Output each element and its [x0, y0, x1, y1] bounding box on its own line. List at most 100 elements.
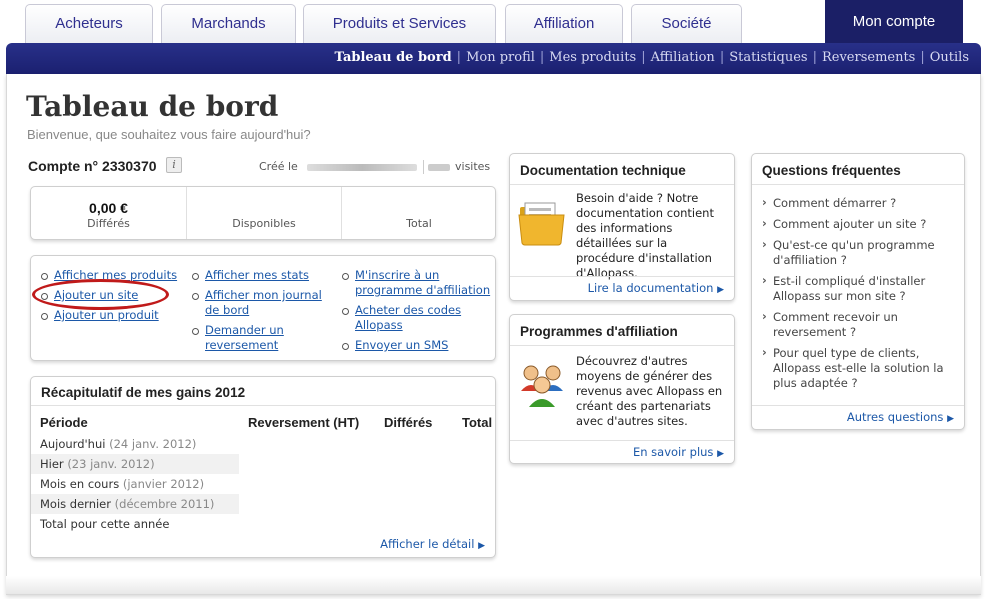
info-icon[interactable]: i: [166, 157, 182, 173]
row-period: Aujourd'hui (24 janv. 2012): [31, 434, 239, 454]
affiliation-title: Programmes d'affiliation: [520, 324, 678, 339]
account-number: Compte n° 2330370: [28, 158, 157, 174]
balance-differes: 0,00 € Différés: [31, 187, 186, 239]
documentation-title: Documentation technique: [520, 163, 686, 178]
row-label: Aujourd'hui: [40, 437, 106, 451]
table-row: Aujourd'hui (24 janv. 2012): [31, 434, 495, 454]
divider: [31, 405, 495, 406]
tab-produits-services[interactable]: Produits et Services: [303, 4, 496, 43]
afficher-detail-link[interactable]: Afficher le détail ▶: [380, 537, 485, 551]
col-header-reversement: Reversement (HT): [248, 414, 360, 430]
documentation-text: Besoin d'aide ? Notre documentation cont…: [576, 191, 714, 280]
lire-documentation-label: Lire la documentation: [587, 281, 714, 295]
faq-list: Comment démarrer ? Comment ajouter un si…: [762, 195, 958, 397]
visits-label: visites: [455, 160, 491, 173]
col-header-periode: Période: [40, 414, 88, 430]
tab-affiliation[interactable]: Affiliation: [505, 4, 623, 43]
subnav-tableau-de-bord[interactable]: Tableau de bord: [335, 50, 452, 65]
tab-societe[interactable]: Société: [631, 4, 742, 43]
created-label: Créé le: [259, 160, 298, 173]
row-cell: [239, 494, 375, 514]
subnav-separator: |: [641, 50, 646, 65]
faq-item[interactable]: Comment recevoir un reversement ?: [762, 309, 958, 340]
link-journal-de-bord[interactable]: Afficher mon journal de bord: [205, 288, 322, 317]
row-cell: [453, 434, 495, 454]
balance-differes-amount: 0,00 €: [89, 200, 128, 216]
row-date: (janvier 2012): [122, 477, 205, 491]
row-date: (décembre 2011): [114, 497, 215, 511]
list-item: Demander un reversement: [191, 323, 331, 353]
en-savoir-plus-label: En savoir plus: [632, 445, 714, 459]
affiliation-box: Programmes d'affiliation Découvrez d'aut…: [509, 314, 735, 464]
row-period: Mois dernier (décembre 2011): [31, 494, 239, 514]
subnav-mes-produits[interactable]: Mes produits: [549, 50, 636, 65]
subnav-separator: |: [456, 50, 462, 65]
row-period: Mois en cours (janvier 2012): [31, 474, 239, 494]
row-date: (24 janv. 2012): [109, 437, 197, 451]
faq-box: Questions fréquentes Comment démarrer ? …: [751, 153, 965, 430]
faq-title: Questions fréquentes: [762, 163, 901, 178]
row-label: Mois en cours: [40, 477, 120, 491]
divider: [510, 184, 734, 185]
subnav-affiliation[interactable]: Affiliation: [651, 50, 715, 65]
link-ajouter-produit[interactable]: Ajouter un produit: [54, 308, 159, 322]
lire-documentation-link[interactable]: Lire la documentation ▶: [510, 276, 734, 300]
divider: [752, 184, 964, 185]
subnav-outils[interactable]: Outils: [930, 50, 969, 65]
gains-table: Période Reversement (HT) Différés Total …: [31, 410, 495, 534]
list-item: M'inscrire à un programme d'affiliation: [341, 268, 491, 298]
account-navbar: Tableau de bord | Mon profil | Mes produits |…: [6, 43, 981, 74]
faq-item[interactable]: Est-il compliqué d'installer Allopass su…: [762, 273, 958, 304]
list-item: Envoyer un SMS: [341, 338, 491, 353]
link-afficher-stats[interactable]: Afficher mes stats: [205, 268, 309, 282]
row-cell: [453, 514, 495, 534]
table-row: Mois dernier (décembre 2011): [31, 494, 495, 514]
tab-acheteurs[interactable]: Acheteurs: [25, 4, 153, 43]
table-header-row: Période Reversement (HT) Différés Total: [31, 410, 495, 434]
row-period: Hier (23 janv. 2012): [31, 454, 239, 474]
main-tabs: Acheteurs Marchands Produits et Services…: [0, 0, 987, 43]
tab-marchands[interactable]: Marchands: [161, 4, 296, 43]
subnav-statistiques[interactable]: Statistiques: [729, 50, 807, 65]
faq-item[interactable]: Qu'est-ce qu'un programme d'affiliation …: [762, 237, 958, 268]
row-cell: [375, 474, 453, 494]
bottom-strip: [6, 576, 981, 594]
row-label: Mois dernier: [40, 497, 111, 511]
row-label: Total pour cette année: [40, 517, 170, 531]
list-item: Ajouter un produit: [40, 308, 190, 323]
subnav-mon-profil[interactable]: Mon profil: [466, 50, 535, 65]
people-group-icon: [521, 365, 563, 407]
link-envoyer-sms[interactable]: Envoyer un SMS: [355, 338, 448, 352]
link-acheter-codes[interactable]: Acheter des codes Allopass: [355, 303, 461, 332]
subnav-separator: |: [719, 50, 725, 65]
quick-links-col2: Afficher mes stats Afficher mon journal …: [191, 268, 331, 358]
list-item: Acheter des codes Allopass: [341, 303, 491, 333]
autres-questions-link[interactable]: Autres questions ▶: [752, 405, 964, 429]
row-cell: [453, 454, 495, 474]
faq-item[interactable]: Pour quel type de clients, Allopass est-…: [762, 345, 958, 391]
col-header-differes: Différés: [384, 414, 433, 430]
tab-mon-compte[interactable]: Mon compte: [825, 0, 963, 43]
faq-item[interactable]: Comment démarrer ?: [762, 195, 958, 211]
balance-total: Total: [341, 187, 496, 239]
page-subtitle: Bienvenue, que souhaitez vous faire aujo…: [27, 127, 311, 142]
subnav-reversements[interactable]: Reversements: [822, 50, 915, 65]
afficher-detail-label: Afficher le détail: [380, 537, 475, 551]
arrow-right-icon: ▶: [717, 449, 724, 459]
table-row: Total pour cette année: [31, 514, 495, 534]
subnav-separator: |: [539, 50, 545, 65]
redacted-date: [307, 164, 417, 171]
link-demander-reversement[interactable]: Demander un reversement: [205, 323, 284, 352]
faq-item[interactable]: Comment ajouter un site ?: [762, 216, 958, 232]
row-cell: [375, 434, 453, 454]
row-cell: [239, 434, 375, 454]
autres-questions-label: Autres questions: [846, 410, 944, 424]
list-item: Afficher mon journal de bord: [191, 288, 331, 318]
row-cell: [239, 474, 375, 494]
subnav-separator: |: [812, 50, 817, 65]
row-cell: [375, 514, 453, 534]
en-savoir-plus-link[interactable]: En savoir plus ▶: [510, 440, 734, 464]
row-cell: [239, 454, 375, 474]
link-inscrire-affiliation[interactable]: M'inscrire à un programme d'affiliation: [355, 268, 490, 297]
documentation-box: Documentation technique Besoin d'aide ? …: [509, 153, 735, 301]
